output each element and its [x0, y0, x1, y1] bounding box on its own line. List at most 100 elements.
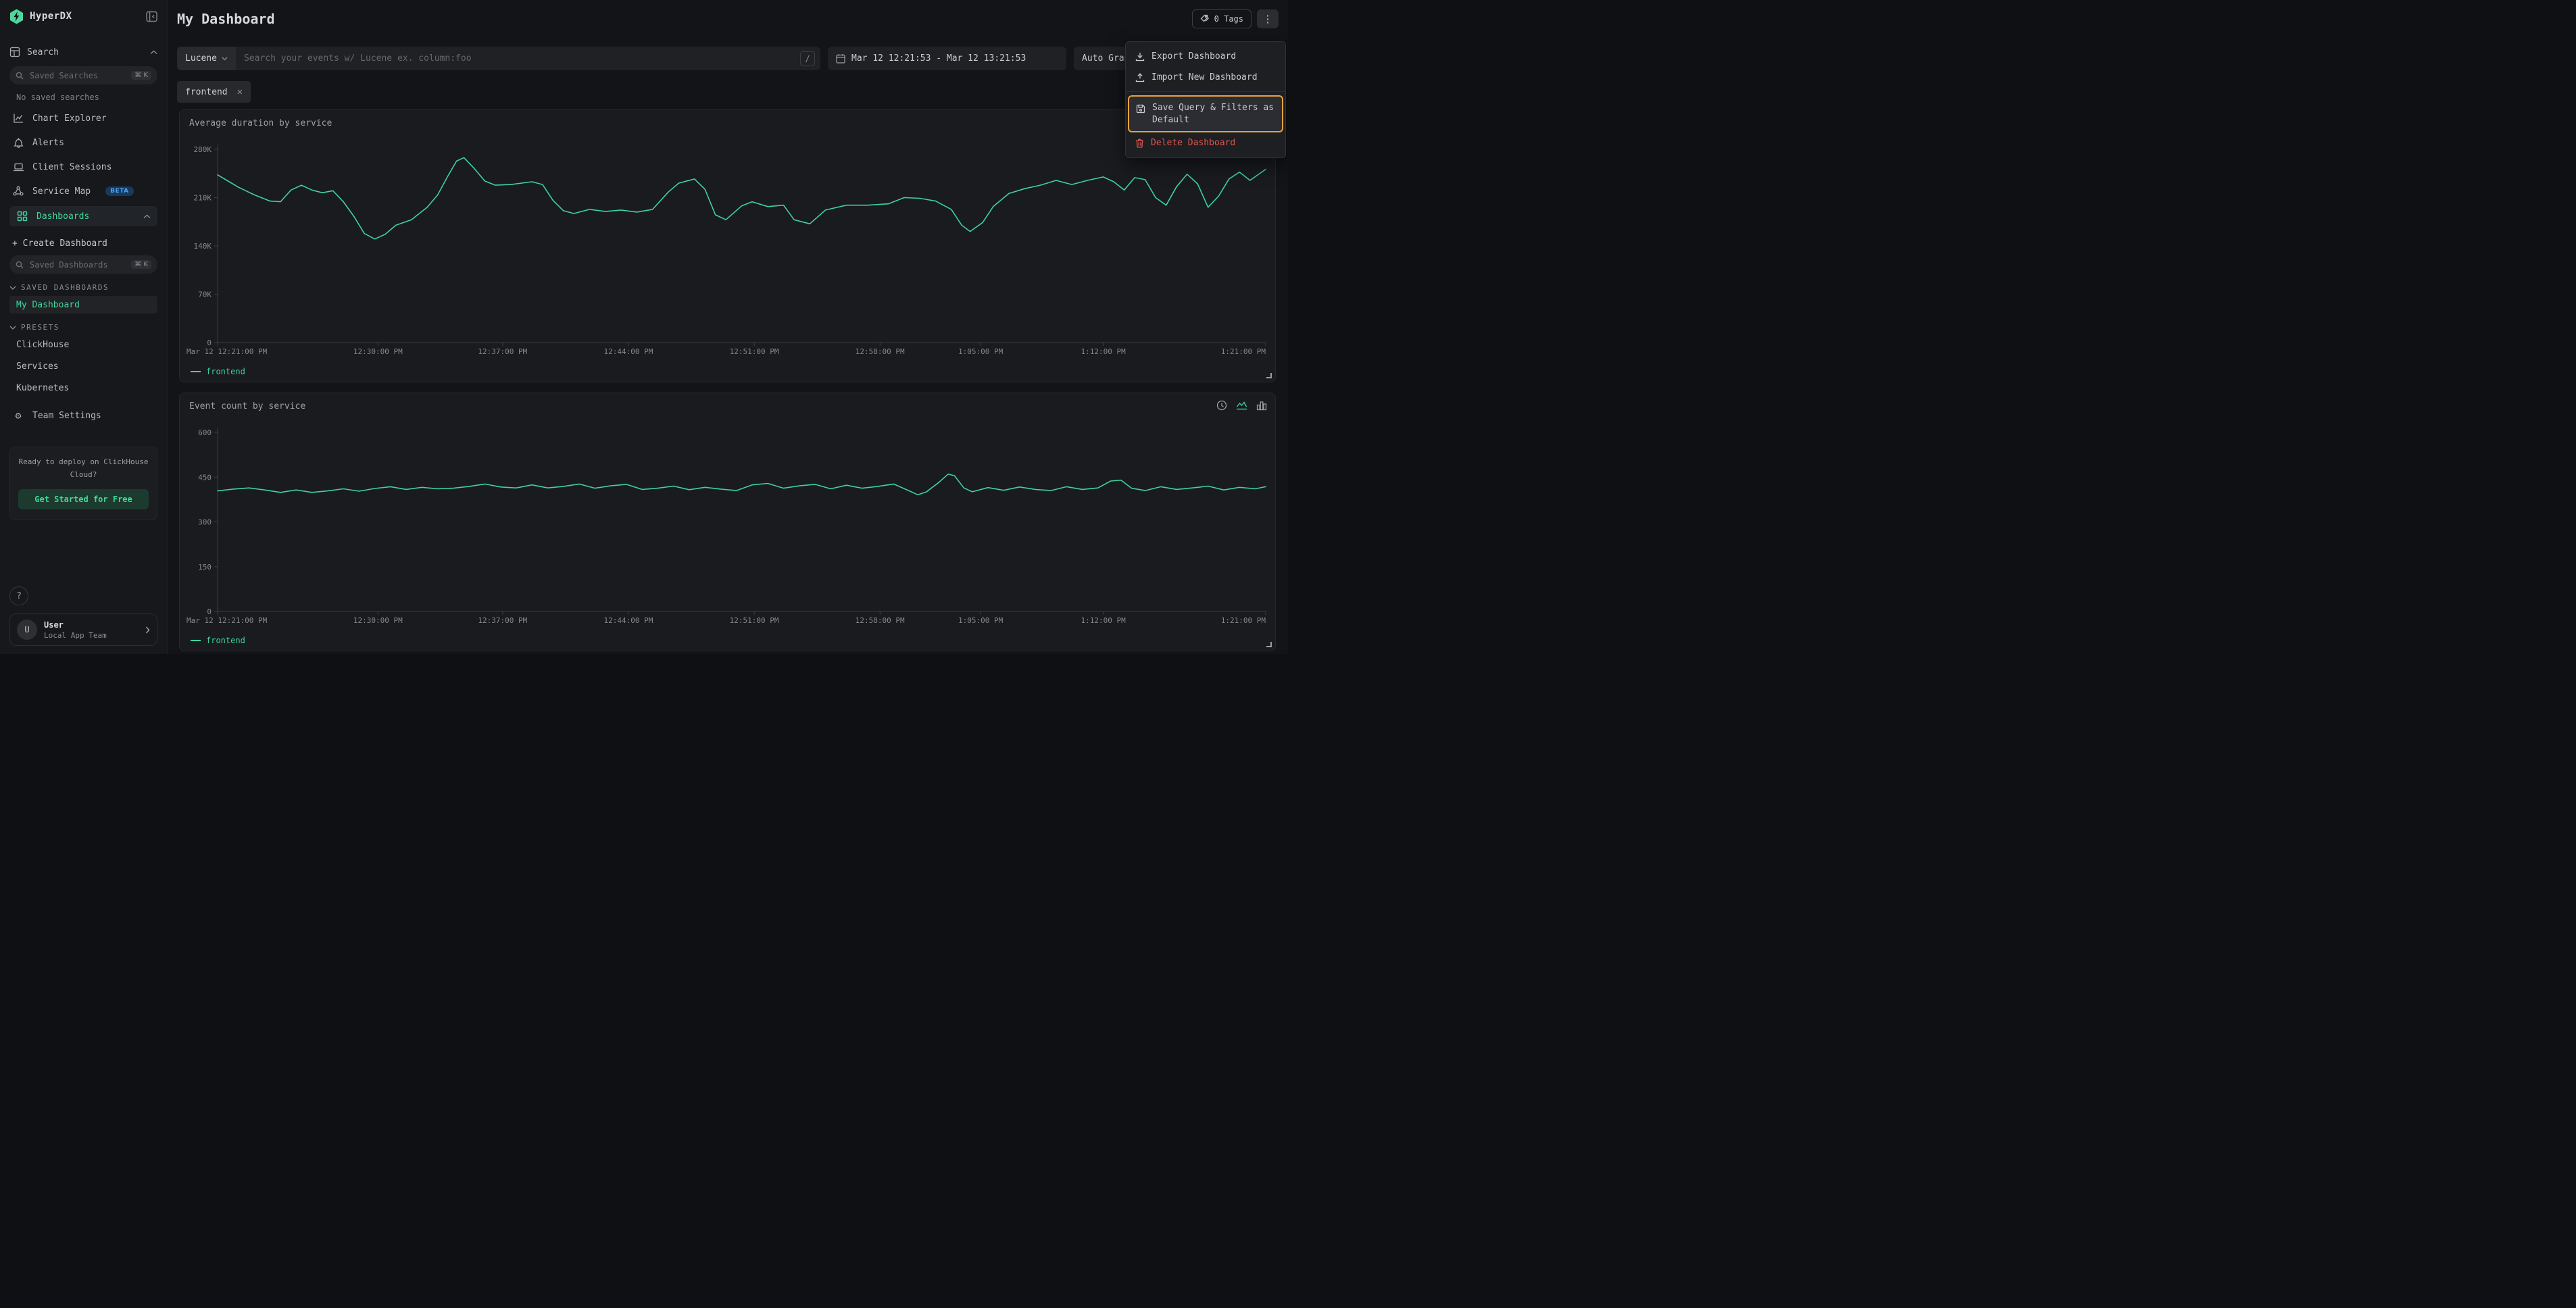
chevron-down-icon	[9, 286, 16, 290]
svg-text:600: 600	[198, 428, 212, 437]
query-language-dropdown[interactable]: Lucene	[177, 47, 236, 70]
user-meta: User Local App Team	[44, 620, 139, 640]
svg-text:1:21:00 PM: 1:21:00 PM	[1221, 616, 1266, 625]
legend-swatch	[191, 640, 201, 641]
legend-item-frontend[interactable]: frontend	[191, 367, 245, 376]
help-button[interactable]: ?	[9, 586, 28, 605]
slash-shortcut-badge: /	[800, 51, 815, 66]
hyperdx-logo-icon	[9, 9, 24, 24]
svg-text:0: 0	[207, 607, 212, 616]
sidebar: HyperDX Search ⌘ K No saved searches	[0, 0, 168, 654]
main-content: My Dashboard 0 Tags ⋮ Lucene /	[168, 0, 1288, 654]
sidebar-item-label: Alerts	[32, 138, 64, 148]
saved-dashboards-input[interactable]	[28, 259, 126, 270]
event-search-input[interactable]	[236, 47, 800, 70]
app-name: HyperDX	[30, 11, 72, 22]
sidebar-item-dashboards[interactable]: Dashboards	[9, 206, 157, 226]
gear-icon: ⚙	[12, 409, 24, 422]
sidebar-item-services[interactable]: Services	[9, 357, 157, 375]
shortcut-badge: ⌘ K	[131, 260, 151, 269]
user-name: User	[44, 620, 139, 630]
section-label: PRESETS	[21, 323, 59, 332]
saved-dashboards-search[interactable]: ⌘ K	[9, 255, 157, 274]
chevron-up-icon[interactable]	[143, 214, 151, 219]
bar-chart-icon[interactable]	[1256, 401, 1267, 411]
saved-searches-input[interactable]	[28, 70, 126, 81]
menu-item-label: Delete Dashboard	[1151, 138, 1235, 148]
svg-text:300: 300	[198, 518, 212, 527]
active-filters: frontend ✕	[177, 81, 251, 103]
sidebar-item-label: Search	[27, 47, 59, 57]
chart-title: Average duration by service	[189, 118, 332, 128]
panel-resize-handle[interactable]	[1266, 373, 1272, 378]
menu-item-delete[interactable]: Delete Dashboard	[1126, 132, 1285, 153]
dashboard-menu-button[interactable]: ⋮	[1257, 9, 1279, 28]
svg-text:12:58:00 PM: 12:58:00 PM	[856, 616, 905, 625]
panel-resize-handle[interactable]	[1266, 642, 1272, 647]
collapse-sidebar-icon[interactable]	[146, 11, 157, 22]
menu-item-save-default[interactable]: Save Query & Filters as Default	[1128, 95, 1283, 132]
filter-chip-frontend[interactable]: frontend ✕	[177, 81, 251, 103]
event-search-bar: Lucene /	[177, 47, 820, 70]
sidebar-item-label: Chart Explorer	[32, 114, 107, 124]
line-chart: 280K210K140K70K0Mar 12 12:21:00 PM12:30:…	[187, 140, 1270, 359]
saved-searches-search[interactable]: ⌘ K	[9, 66, 157, 84]
chevron-up-icon[interactable]	[150, 50, 157, 55]
time-range-picker[interactable]: Mar 12 12:21:53 - Mar 12 13:21:53	[828, 47, 1066, 70]
sidebar-item-service-map[interactable]: Service Map BETA	[9, 183, 157, 199]
svg-text:1:05:00 PM: 1:05:00 PM	[958, 616, 1004, 625]
tags-button[interactable]: 0 Tags	[1192, 9, 1252, 28]
svg-text:12:44:00 PM: 12:44:00 PM	[604, 347, 653, 356]
menu-item-label: Export Dashboard	[1151, 51, 1236, 61]
close-icon[interactable]: ✕	[237, 86, 243, 97]
menu-divider	[1126, 91, 1285, 92]
chart-panel-avg-duration: Average duration by service 280K210K140K…	[179, 109, 1276, 382]
saved-dashboards-section[interactable]: SAVED DASHBOARDS	[9, 283, 157, 292]
svg-text:12:37:00 PM: 12:37:00 PM	[478, 347, 527, 356]
svg-text:1:21:00 PM: 1:21:00 PM	[1221, 347, 1266, 356]
avatar: U	[17, 620, 37, 640]
bell-icon	[12, 137, 24, 148]
svg-text:Mar 12 12:21:00 PM: Mar 12 12:21:00 PM	[187, 616, 268, 625]
chart-explorer-icon	[12, 113, 24, 124]
user-menu[interactable]: U User Local App Team	[9, 613, 157, 646]
sidebar-item-kubernetes[interactable]: Kubernetes	[9, 379, 157, 397]
trash-icon	[1135, 139, 1144, 148]
presets-section[interactable]: PRESETS	[9, 323, 157, 332]
sidebar-item-my-dashboard[interactable]: My Dashboard	[9, 296, 157, 313]
sidebar-item-team-settings[interactable]: ⚙ Team Settings	[9, 407, 157, 424]
create-dashboard-button[interactable]: + Create Dashboard	[12, 238, 157, 249]
chevron-right-icon	[145, 626, 150, 634]
calendar-icon	[836, 53, 845, 64]
sidebar-item-label: Service Map	[32, 186, 91, 197]
sidebar-item-search[interactable]: Search	[9, 45, 157, 59]
chevron-down-icon	[222, 57, 228, 61]
chart-title: Event count by service	[189, 401, 305, 411]
line-chart-icon[interactable]	[1236, 401, 1247, 411]
tags-label: 0 Tags	[1214, 14, 1243, 24]
sidebar-item-label: Dashboards	[36, 211, 89, 222]
chevron-down-icon	[9, 326, 16, 330]
svg-text:150: 150	[198, 563, 212, 572]
legend-item-frontend[interactable]: frontend	[191, 636, 245, 645]
menu-item-import[interactable]: Import New Dashboard	[1126, 67, 1285, 88]
sidebar-item-alerts[interactable]: Alerts	[9, 134, 157, 151]
sidebar-item-chart-explorer[interactable]: Chart Explorer	[9, 110, 157, 126]
upload-icon	[1135, 73, 1145, 82]
page-title: My Dashboard	[177, 11, 275, 27]
svg-text:12:37:00 PM: 12:37:00 PM	[478, 616, 527, 625]
service-map-icon	[12, 186, 24, 197]
get-started-button[interactable]: Get Started for Free	[18, 489, 149, 509]
svg-text:12:58:00 PM: 12:58:00 PM	[856, 347, 905, 356]
time-format-icon[interactable]	[1216, 400, 1227, 411]
svg-text:12:51:00 PM: 12:51:00 PM	[730, 616, 779, 625]
svg-text:1:12:00 PM: 1:12:00 PM	[1081, 616, 1126, 625]
chart-panel-event-count: Event count by service 6004503001500Mar …	[179, 393, 1276, 651]
legend-swatch	[191, 371, 201, 372]
shortcut-badge: ⌘ K	[131, 71, 151, 80]
sidebar-item-clickhouse[interactable]: ClickHouse	[9, 336, 157, 353]
tag-icon	[1200, 14, 1210, 24]
sidebar-item-client-sessions[interactable]: Client Sessions	[9, 159, 157, 175]
svg-text:140K: 140K	[194, 242, 212, 251]
menu-item-export[interactable]: Export Dashboard	[1126, 46, 1285, 67]
